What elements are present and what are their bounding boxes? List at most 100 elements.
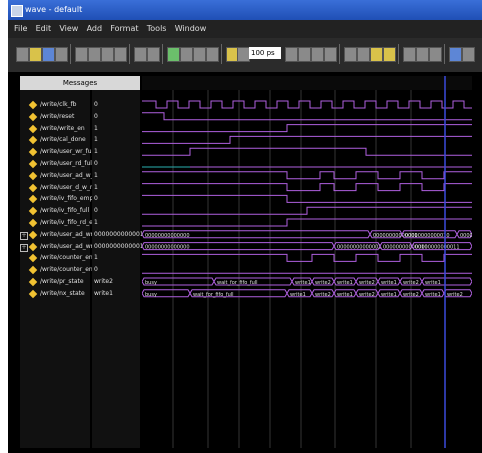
toolbar-divider: [129, 44, 130, 64]
signal-waveform: [142, 218, 472, 227]
signal-waveform: [142, 194, 472, 203]
expand-icon[interactable]: +: [20, 243, 28, 252]
signal-diamond-icon: [28, 230, 38, 240]
continue-icon[interactable]: [324, 47, 337, 62]
zoom-in-icon[interactable]: [416, 47, 429, 62]
run-step-icon[interactable]: [285, 47, 298, 62]
menu-edit[interactable]: Edit: [36, 24, 52, 33]
save-icon[interactable]: [42, 47, 55, 62]
bus-value: write1: [337, 280, 353, 286]
bus-value: write2: [403, 280, 419, 286]
signal-waveform: [142, 112, 472, 121]
app-icon: [11, 5, 23, 17]
signal-row[interactable]: /write/iv_fifo_rd_en: [20, 217, 97, 229]
signal-row[interactable]: /write/iv_fifo_empty: [20, 193, 99, 205]
bus-value: write1: [337, 292, 353, 298]
signal-name: /write/reset: [40, 112, 75, 120]
signal-row[interactable]: /write/cal_done: [20, 134, 90, 146]
toolbar-divider: [221, 44, 222, 64]
signal-value-column: 0 0 1 1 1 0 1 1 0 0 1 00000000000010 00000000000011 1…: [92, 76, 147, 448]
menu-file[interactable]: File: [14, 24, 27, 33]
signal-diamond-icon: [28, 265, 38, 275]
signal-row[interactable]: /write/nx_state: [20, 288, 90, 300]
signal-name: /write/user_ad_wr: [40, 230, 94, 238]
toolbar-divider: [444, 44, 445, 64]
signal-diamond-icon: [28, 183, 38, 192]
grid-icon[interactable]: [180, 47, 193, 62]
wave-window: wave - default File Edit View Add Format…: [8, 0, 482, 453]
signal-diamond-icon: [28, 124, 38, 133]
signal-name: /write/iv_fifo_full: [40, 207, 90, 215]
signal-name: /write/user_wr_full: [40, 148, 95, 156]
open-folder-icon[interactable]: [29, 47, 42, 62]
signal-waveform: [142, 135, 472, 144]
new-file-icon[interactable]: [16, 47, 29, 62]
bus-value: busy: [145, 280, 157, 286]
step-over-icon[interactable]: [383, 47, 396, 62]
signal-value: 00000000000010: [94, 230, 148, 238]
cut-icon[interactable]: [75, 47, 88, 62]
cursor-add-icon[interactable]: [449, 47, 462, 62]
signal-row[interactable]: /write/user_ad_w_n: [20, 170, 97, 182]
signal-row[interactable]: /write/user_wr_full: [20, 146, 95, 158]
waveform-area[interactable]: 00000000000000 00000000000001 000000000000…: [141, 76, 482, 448]
restart-icon[interactable]: [357, 47, 370, 62]
break-icon[interactable]: [344, 47, 357, 62]
signal-row[interactable]: + /write/user_ad_wr: [20, 229, 94, 241]
run-icon[interactable]: [298, 47, 311, 62]
menu-format[interactable]: Format: [110, 24, 138, 33]
zoom-icon[interactable]: [147, 47, 160, 62]
signal-value: 1: [94, 254, 98, 262]
bus-value: write2: [403, 292, 419, 298]
signal-diamond-icon: [28, 171, 38, 181]
run-all-icon[interactable]: [311, 47, 324, 62]
bus-value: write1: [425, 292, 441, 298]
time-step-field[interactable]: 100 ps: [249, 47, 281, 59]
pointer-icon[interactable]: [403, 47, 416, 62]
wave-icon[interactable]: [193, 47, 206, 62]
signal-value: 0: [94, 112, 98, 120]
bus-value: busy: [145, 292, 157, 298]
find-icon[interactable]: [134, 47, 147, 62]
menu-window[interactable]: Window: [175, 24, 207, 33]
bus-value: wait_for_fifo_full: [217, 280, 258, 286]
signal-name: /write/iv_fifo_empty: [40, 195, 100, 203]
signal-row[interactable]: /write/clk_fb: [20, 99, 90, 111]
print-icon[interactable]: [55, 47, 68, 62]
toolbar: 100 ps: [8, 38, 482, 72]
signal-name: /write/user_d_w_n: [40, 183, 94, 191]
signal-name: /write/user_ad_wr1: [40, 242, 97, 250]
zoom-out-icon[interactable]: [429, 47, 442, 62]
signal-row[interactable]: /write/iv_fifo_full: [20, 205, 90, 217]
signal-value: 1: [94, 136, 98, 144]
signal-name: /write/clk_fb: [40, 101, 77, 108]
menu-add[interactable]: Add: [87, 24, 103, 33]
signal-row[interactable]: /write/user_rd_full: [20, 158, 94, 170]
wave-pane: /write/clk_fb/write/reset/write/write_en…: [8, 76, 482, 448]
bus-value: write2: [315, 280, 331, 286]
expand-icon[interactable]: +: [20, 231, 28, 240]
signal-row[interactable]: + /write/user_ad_wr1: [20, 241, 97, 253]
bus-value: 00000000000011: [415, 245, 460, 251]
cursor-delete-icon[interactable]: [462, 47, 475, 62]
waveform-canvas[interactable]: 00000000000000 00000000000001 000000000000…: [141, 76, 482, 448]
undo-icon[interactable]: [114, 47, 127, 62]
menu-view[interactable]: View: [59, 24, 78, 33]
bus-value: write1: [290, 292, 306, 298]
signal-row[interactable]: /write/write_en: [20, 123, 90, 135]
sim-icon[interactable]: [206, 47, 219, 62]
bus-value: 00000000000010: [405, 233, 450, 239]
signal-name: /write/cal_done: [40, 136, 86, 144]
signal-row[interactable]: /write/user_d_w_n: [20, 182, 94, 194]
paste-icon[interactable]: [101, 47, 114, 62]
signal-row[interactable]: /write/counter_en_ad: [20, 252, 103, 264]
signal-row[interactable]: /write/pr_state: [20, 276, 90, 288]
signal-row[interactable]: /write/counter_en_adw: [20, 264, 108, 276]
signal-row[interactable]: /write/reset: [20, 111, 90, 123]
copy-icon[interactable]: [88, 47, 101, 62]
window-title: wave - default: [25, 5, 83, 14]
step-into-icon[interactable]: [370, 47, 383, 62]
menu-tools[interactable]: Tools: [147, 24, 167, 33]
signal-diamond-icon: [28, 277, 38, 287]
compile-icon[interactable]: [167, 47, 180, 62]
